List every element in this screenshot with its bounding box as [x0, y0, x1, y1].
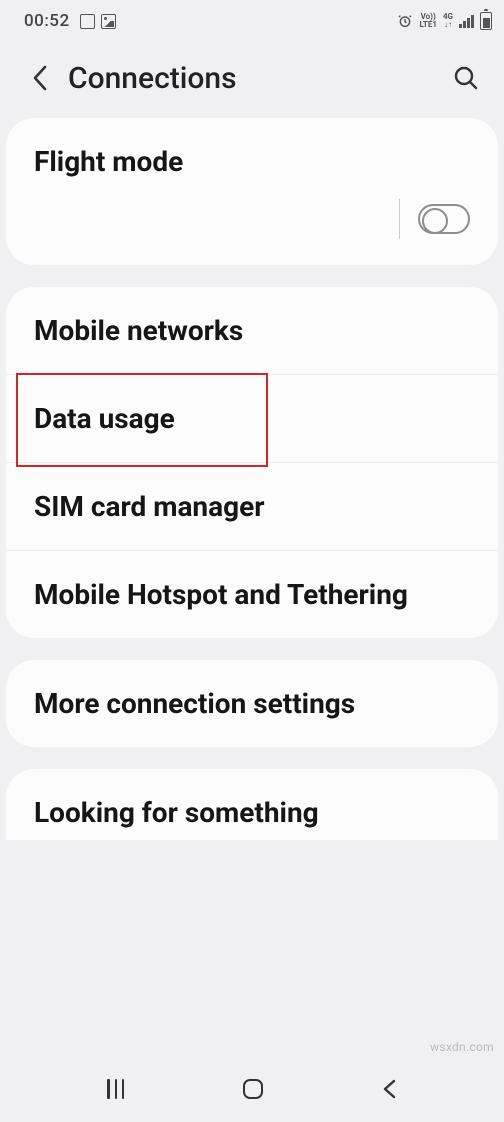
back-button[interactable]: [22, 60, 58, 96]
hotspot-label: Mobile Hotspot and Tethering: [34, 577, 470, 612]
network-card: Mobile networks Data usage SIM card mana…: [6, 287, 498, 638]
picture-icon: [101, 14, 116, 29]
alarm-icon: [397, 13, 413, 29]
hotspot-row[interactable]: Mobile Hotspot and Tethering: [6, 551, 498, 638]
recents-button[interactable]: [107, 1079, 124, 1099]
signal-icon: [459, 14, 474, 28]
more-settings-row[interactable]: More connection settings: [6, 660, 498, 747]
battery-icon: [480, 12, 492, 30]
status-bar: 00:52 Vo)) LTE1 4G ↓↑: [0, 0, 504, 42]
more-settings-label: More connection settings: [34, 686, 470, 721]
header: Connections: [0, 42, 504, 118]
flight-mode-card: Flight mode: [6, 118, 498, 265]
mobile-networks-label: Mobile networks: [34, 313, 470, 348]
sim-manager-row[interactable]: SIM card manager: [6, 463, 498, 551]
page-title: Connections: [68, 61, 448, 96]
search-hint-row[interactable]: Looking for something: [6, 769, 498, 840]
data-usage-row[interactable]: Data usage: [6, 375, 498, 463]
status-time: 00:52: [24, 11, 70, 31]
more-settings-card: More connection settings: [6, 660, 498, 747]
status-left: 00:52: [24, 11, 116, 31]
divider: [399, 199, 400, 239]
status-right: Vo)) LTE1 4G ↓↑: [397, 12, 492, 30]
flight-mode-row[interactable]: Flight mode: [6, 118, 498, 185]
search-icon: [453, 65, 479, 91]
navigation-bar: [0, 1056, 504, 1122]
watermark: wsxdn.com: [430, 1040, 494, 1054]
flight-mode-toggle[interactable]: [418, 204, 470, 234]
search-button[interactable]: [448, 60, 484, 96]
nav-back-button[interactable]: [381, 1078, 397, 1100]
home-button[interactable]: [243, 1079, 263, 1099]
search-hint-label: Looking for something: [34, 795, 470, 830]
stop-icon: [80, 14, 95, 29]
data-indicator: 4G ↓↑: [443, 13, 453, 29]
search-hint-card: Looking for something: [6, 769, 498, 840]
sim-manager-label: SIM card manager: [34, 489, 470, 524]
volte-indicator: Vo)) LTE1: [419, 13, 437, 29]
chevron-left-icon: [381, 1078, 397, 1100]
flight-mode-label: Flight mode: [34, 144, 470, 179]
chevron-left-icon: [31, 64, 49, 92]
flight-mode-toggle-area: [6, 185, 498, 265]
data-usage-label: Data usage: [34, 401, 470, 436]
mobile-networks-row[interactable]: Mobile networks: [6, 287, 498, 375]
